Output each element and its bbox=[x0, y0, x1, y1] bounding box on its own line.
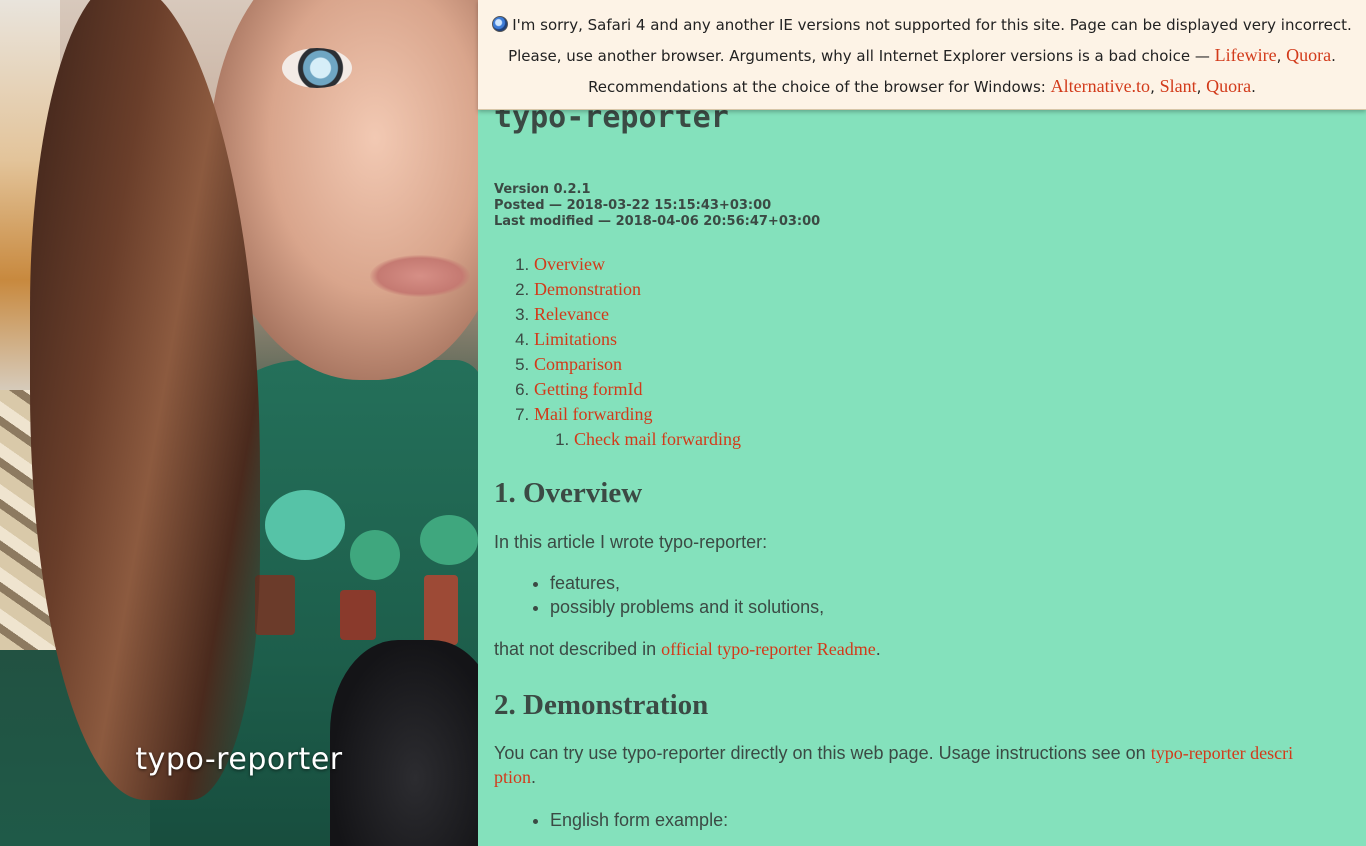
warning-text-3: Recommendations at the choice of the bro… bbox=[588, 78, 1051, 96]
internet-explorer-icon bbox=[492, 16, 509, 32]
article: typo-reporter Version 0.2.1 Posted — 201… bbox=[494, 100, 1344, 832]
link-quora[interactable]: Quora bbox=[1286, 45, 1331, 65]
hero-plant-pot bbox=[340, 590, 376, 640]
section-heading-demonstration: 2. Demonstration bbox=[494, 689, 709, 721]
toc-link-getting-formid[interactable]: Getting formId bbox=[534, 379, 642, 399]
browser-warning-banner: I'm sorry, Safari 4 and any another IE v… bbox=[478, 0, 1366, 110]
warning-line-1: I'm sorry, Safari 4 and any another IE v… bbox=[478, 10, 1366, 40]
section-heading-overview: 1. Overview bbox=[494, 477, 643, 509]
toc-link-mail-forwarding[interactable]: Mail forwarding bbox=[534, 404, 652, 424]
hero-title: typo-reporter bbox=[135, 742, 343, 777]
link-slant[interactable]: Slant bbox=[1160, 76, 1197, 96]
link-typo-reporter-description-cont[interactable]: ption bbox=[494, 767, 531, 787]
toc-item: Comparison bbox=[534, 352, 1344, 377]
toc-item: Overview bbox=[534, 252, 1344, 277]
hero-plant-leaves bbox=[420, 515, 478, 565]
list-item: English form example: bbox=[550, 808, 1344, 832]
hero-plant-pot bbox=[424, 575, 458, 645]
link-quora-2[interactable]: Quora bbox=[1206, 76, 1251, 96]
link-typo-reporter-description[interactable]: typo-reporter descri bbox=[1151, 743, 1293, 763]
toc-link-demonstration[interactable]: Demonstration bbox=[534, 279, 641, 299]
toc-link-overview[interactable]: Overview bbox=[534, 254, 605, 274]
toc-item: Mail forwarding Check mail forwarding bbox=[534, 402, 1344, 452]
overview-outro-text: that not described in bbox=[494, 639, 662, 659]
toc-item: Demonstration bbox=[534, 277, 1344, 302]
warning-line-2: Please, use another browser. Arguments, … bbox=[508, 45, 1336, 65]
hero-plant-leaves bbox=[265, 490, 345, 560]
article-meta: Version 0.2.1 Posted — 2018-03-22 15:15:… bbox=[494, 182, 1344, 230]
link-alternativeto[interactable]: Alternative.to bbox=[1051, 76, 1150, 96]
table-of-contents: Overview Demonstration Relevance Limitat… bbox=[494, 252, 1344, 452]
hero-eye bbox=[282, 48, 352, 88]
toc-item: Getting formId bbox=[534, 377, 1344, 402]
toc-subitem: Check mail forwarding bbox=[574, 427, 1344, 452]
demonstration-text: You can try use typo-reporter directly o… bbox=[494, 743, 1294, 787]
link-lifewire[interactable]: Lifewire bbox=[1215, 45, 1277, 65]
hero-plant-leaves bbox=[350, 530, 400, 580]
toc-item: Limitations bbox=[534, 327, 1344, 352]
overview-intro: In this article I wrote typo-reporter: bbox=[494, 532, 768, 552]
link-official-readme[interactable]: official typo-reporter Readme bbox=[661, 639, 876, 659]
toc-link-check-mail-forwarding[interactable]: Check mail forwarding bbox=[574, 429, 741, 449]
version-text: Version 0.2.1 bbox=[494, 182, 591, 197]
warning-text-2: Please, use another browser. Arguments, … bbox=[508, 47, 1215, 65]
toc-sublist: Check mail forwarding bbox=[534, 427, 1344, 452]
list-item: features, bbox=[550, 571, 1344, 595]
posted-date: Posted — 2018-03-22 15:15:43+03:00 bbox=[494, 198, 772, 213]
demonstration-text-body: You can try use typo-reporter directly o… bbox=[494, 743, 1151, 763]
toc-link-comparison[interactable]: Comparison bbox=[534, 354, 622, 374]
overview-bullets: features, possibly problems and it solut… bbox=[494, 571, 1344, 619]
hero-plant-pot bbox=[255, 575, 295, 635]
demonstration-bullets: English form example: bbox=[494, 808, 1344, 832]
toc-item: Relevance bbox=[534, 302, 1344, 327]
list-item: possibly problems and it solutions, bbox=[550, 595, 1344, 619]
toc-link-limitations[interactable]: Limitations bbox=[534, 329, 617, 349]
hero-lips bbox=[370, 255, 470, 297]
warning-line-3: Recommendations at the choice of the bro… bbox=[588, 76, 1256, 96]
modified-date: Last modified — 2018-04-06 20:56:47+03:0… bbox=[494, 214, 821, 229]
overview-outro: that not described in official typo-repo… bbox=[494, 639, 881, 659]
warning-text-1: I'm sorry, Safari 4 and any another IE v… bbox=[512, 16, 1352, 34]
toc-link-relevance[interactable]: Relevance bbox=[534, 304, 609, 324]
hero-photo: typo-reporter bbox=[0, 0, 478, 846]
